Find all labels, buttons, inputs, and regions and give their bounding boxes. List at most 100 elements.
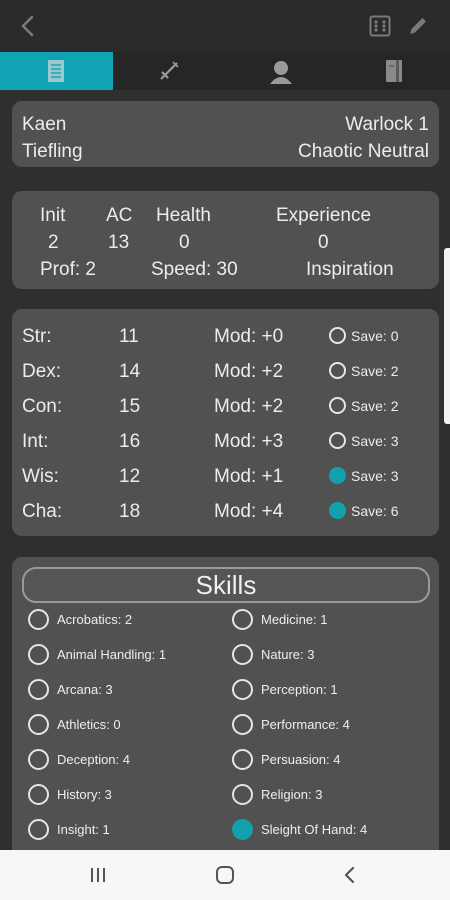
skill-proficiency-radio[interactable] bbox=[28, 679, 49, 700]
health-value[interactable]: 0 bbox=[179, 232, 190, 254]
skill-proficiency-radio[interactable] bbox=[232, 714, 253, 735]
ability-name: Str: bbox=[22, 326, 52, 347]
skill-proficiency-radio[interactable] bbox=[232, 784, 253, 805]
ability-name: Con: bbox=[22, 396, 63, 417]
skill-medicine[interactable]: Medicine: 1 bbox=[232, 609, 327, 630]
saving-throw: Save: 2 bbox=[351, 398, 399, 414]
saving-throw: Save: 6 bbox=[351, 503, 399, 519]
tab-bar bbox=[0, 52, 450, 90]
skill-proficiency-radio[interactable] bbox=[28, 609, 49, 630]
skill-athletics[interactable]: Athletics: 0 bbox=[28, 714, 121, 735]
ability-modifier: Mod: +2 bbox=[214, 361, 284, 382]
skill-label: Athletics: 0 bbox=[57, 717, 121, 732]
saving-throw: Save: 3 bbox=[351, 468, 399, 484]
ability-scores-card: Str: 11 Mod: +0 Save: 0 Dex: 14 Mod: +2 … bbox=[12, 309, 439, 536]
save-proficiency-radio[interactable] bbox=[329, 397, 346, 414]
character-alignment[interactable]: Chaotic Neutral bbox=[298, 141, 429, 163]
saving-throw: Save: 3 bbox=[351, 433, 399, 449]
spellbook-icon bbox=[385, 60, 402, 82]
identity-card: Kaen Tiefling Warlock 1 Chaotic Neutral bbox=[12, 101, 439, 167]
skill-label: Persuasion: 4 bbox=[261, 752, 341, 767]
tab-spellbook[interactable] bbox=[338, 52, 450, 90]
skill-label: Deception: 4 bbox=[57, 752, 130, 767]
app-bar bbox=[0, 0, 450, 52]
ability-score[interactable]: 14 bbox=[119, 361, 140, 383]
skill-religion[interactable]: Religion: 3 bbox=[232, 784, 322, 805]
skill-proficiency-radio[interactable] bbox=[232, 819, 253, 840]
skill-label: Nature: 3 bbox=[261, 647, 315, 662]
skill-perception[interactable]: Perception: 1 bbox=[232, 679, 338, 700]
ability-name: Dex: bbox=[22, 361, 62, 382]
save-proficiency-radio[interactable] bbox=[329, 432, 346, 449]
saving-throw: Save: 0 bbox=[351, 328, 399, 344]
skills-card: Skills Acrobatics: 2 Animal Handling: 1 … bbox=[12, 557, 439, 850]
ac-value[interactable]: 13 bbox=[108, 232, 129, 254]
ability-name: Wis: bbox=[22, 466, 59, 487]
home-icon[interactable] bbox=[212, 862, 238, 888]
skill-label: Perception: 1 bbox=[261, 682, 338, 697]
recent-apps-icon[interactable] bbox=[85, 862, 111, 888]
ability-score[interactable]: 11 bbox=[119, 326, 139, 348]
tab-profile[interactable] bbox=[225, 52, 338, 90]
save-proficiency-radio[interactable] bbox=[329, 362, 346, 379]
skill-performance[interactable]: Performance: 4 bbox=[232, 714, 350, 735]
character-race[interactable]: Tiefling bbox=[22, 141, 83, 163]
character-sheet-content[interactable]: Kaen Tiefling Warlock 1 Chaotic Neutral … bbox=[0, 90, 450, 850]
skill-sleight-of-hand[interactable]: Sleight Of Hand: 4 bbox=[232, 819, 367, 840]
character-name[interactable]: Kaen bbox=[22, 114, 66, 136]
skill-history[interactable]: History: 3 bbox=[28, 784, 112, 805]
ability-modifier: Mod: +2 bbox=[214, 396, 284, 417]
skill-label: Performance: 4 bbox=[261, 717, 350, 732]
tab-character-sheet[interactable] bbox=[0, 52, 113, 90]
skill-nature[interactable]: Nature: 3 bbox=[232, 644, 314, 665]
ability-score[interactable]: 18 bbox=[119, 501, 140, 523]
init-label: Init bbox=[40, 205, 66, 226]
skill-proficiency-radio[interactable] bbox=[232, 644, 253, 665]
skill-label: Religion: 3 bbox=[261, 787, 323, 802]
save-proficiency-radio[interactable] bbox=[329, 327, 346, 344]
ability-modifier: Mod: +3 bbox=[214, 431, 284, 452]
init-value[interactable]: 2 bbox=[48, 232, 59, 254]
save-proficiency-radio[interactable] bbox=[329, 502, 346, 519]
skill-proficiency-radio[interactable] bbox=[232, 609, 253, 630]
character-sheet-icon bbox=[48, 60, 65, 82]
skill-animal-handling[interactable]: Animal Handling: 1 bbox=[28, 644, 166, 665]
ability-name: Int: bbox=[22, 431, 49, 452]
skill-proficiency-radio[interactable] bbox=[28, 714, 49, 735]
skill-deception[interactable]: Deception: 4 bbox=[28, 749, 130, 770]
skills-title: Skills bbox=[22, 567, 430, 603]
ability-score[interactable]: 16 bbox=[119, 431, 140, 453]
skill-proficiency-radio[interactable] bbox=[28, 644, 49, 665]
ability-modifier: Mod: +0 bbox=[214, 326, 284, 347]
ac-label: AC bbox=[106, 205, 133, 226]
skill-arcana[interactable]: Arcana: 3 bbox=[28, 679, 113, 700]
skill-proficiency-radio[interactable] bbox=[28, 784, 49, 805]
ability-score[interactable]: 15 bbox=[119, 396, 140, 418]
ability-score[interactable]: 12 bbox=[119, 466, 140, 488]
skill-proficiency-radio[interactable] bbox=[232, 679, 253, 700]
character-class-level[interactable]: Warlock 1 bbox=[345, 114, 429, 136]
tab-weapons[interactable] bbox=[113, 52, 226, 90]
experience-label: Experience bbox=[276, 205, 372, 226]
dice-icon[interactable] bbox=[368, 14, 392, 38]
pencil-icon[interactable] bbox=[406, 14, 430, 38]
skill-insight[interactable]: Insight: 1 bbox=[28, 819, 110, 840]
speed[interactable]: Speed: 30 bbox=[151, 259, 238, 281]
skill-acrobatics[interactable]: Acrobatics: 2 bbox=[28, 609, 132, 630]
ability-modifier: Mod: +1 bbox=[214, 466, 284, 487]
system-back-icon[interactable] bbox=[337, 862, 363, 888]
skill-proficiency-radio[interactable] bbox=[28, 749, 49, 770]
system-navigation-bar bbox=[0, 850, 450, 900]
skill-persuasion[interactable]: Persuasion: 4 bbox=[232, 749, 341, 770]
experience-value[interactable]: 0 bbox=[318, 232, 329, 254]
back-arrow-icon[interactable] bbox=[14, 12, 42, 40]
skill-proficiency-radio[interactable] bbox=[28, 819, 49, 840]
save-proficiency-radio[interactable] bbox=[329, 467, 346, 484]
skill-label: Medicine: 1 bbox=[261, 612, 328, 627]
inspiration-toggle[interactable]: Inspiration bbox=[306, 259, 394, 281]
ability-modifier: Mod: +4 bbox=[214, 501, 284, 522]
skill-label: Insight: 1 bbox=[57, 822, 110, 837]
skill-label: History: 3 bbox=[57, 787, 112, 802]
skill-proficiency-radio[interactable] bbox=[232, 749, 253, 770]
proficiency-bonus: Prof: 2 bbox=[40, 259, 96, 280]
